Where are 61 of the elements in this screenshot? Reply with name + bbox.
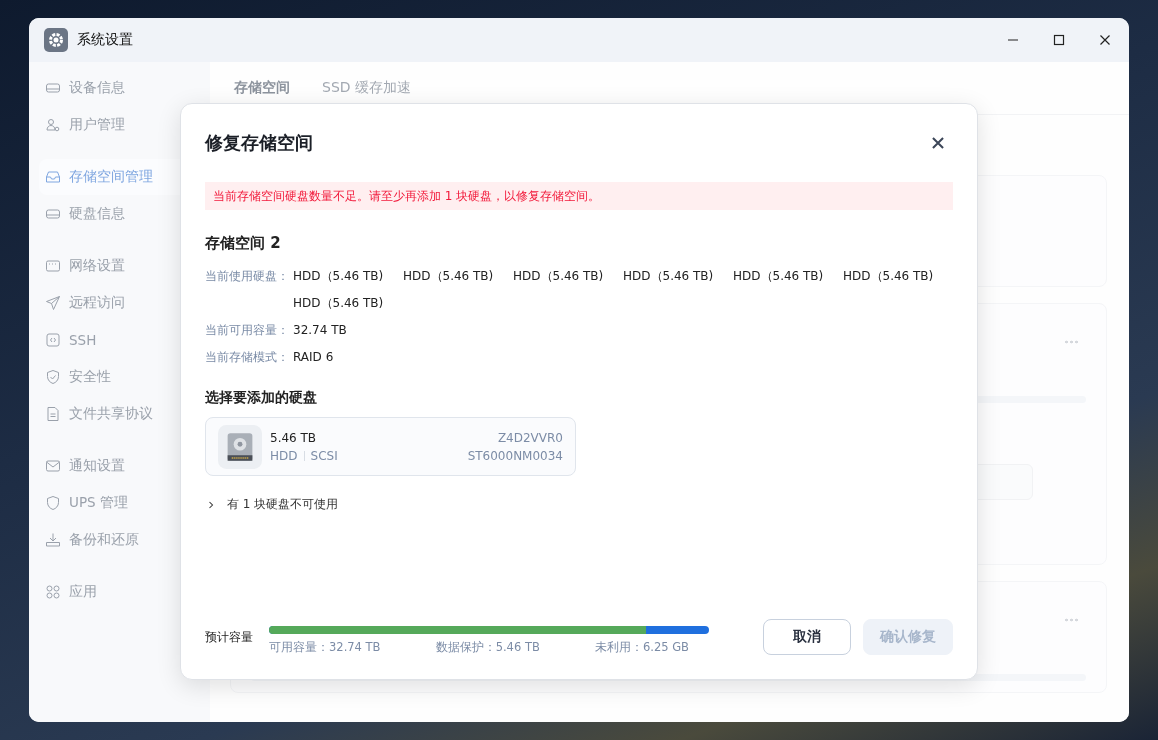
- disk-type: HDD: [270, 448, 298, 463]
- window-title: 系统设置: [77, 31, 133, 49]
- monitor-icon: [45, 258, 61, 274]
- info-value: 32.74 TB: [293, 322, 348, 339]
- info-value: HDD（5.46 TB): [733, 268, 825, 285]
- download-icon: [45, 532, 61, 548]
- info-value: HDD（5.46 TB): [513, 268, 605, 285]
- cancel-button[interactable]: 取消: [763, 619, 851, 655]
- shield-icon: [45, 495, 61, 511]
- drive-icon: [45, 206, 61, 222]
- close-icon[interactable]: [929, 134, 947, 152]
- info-label: 当前可用容量：: [205, 322, 290, 339]
- sidebar-item[interactable]: 用户管理: [39, 107, 199, 143]
- send-icon: [45, 295, 61, 311]
- info-value: HDD（5.46 TB): [843, 268, 935, 285]
- sidebar-item[interactable]: 网络设置: [39, 248, 199, 284]
- sidebar-item[interactable]: 安全性: [39, 359, 199, 395]
- disk-model: ST6000NM0034: [467, 448, 563, 463]
- sidebar-item[interactable]: 备份和还原: [39, 522, 199, 558]
- legend-text: 数据保护：5.46 TB: [435, 639, 540, 655]
- code-icon: [45, 332, 61, 348]
- shield-check-icon: [45, 369, 61, 385]
- info-value: HDD（5.46 TB): [293, 295, 385, 312]
- mail-icon: [45, 458, 61, 474]
- disk-card[interactable]: 5.46 TB HDD SCSI Z4D2VVR0 ST6000NM0034: [205, 417, 576, 476]
- sidebar-item[interactable]: 硬盘信息: [39, 196, 199, 232]
- legend-text: 可用容量：32.74 TB: [269, 639, 381, 655]
- info-label: 当前存储模式：: [205, 349, 290, 366]
- maximize-icon[interactable]: [1053, 34, 1065, 46]
- gear-icon: [44, 28, 68, 52]
- info-value: HDD（5.46 TB): [293, 268, 385, 285]
- info-label: 当前使用硬盘：: [205, 268, 290, 285]
- info-value: HDD（5.46 TB): [403, 268, 495, 285]
- estimate-label: 预计容量: [205, 628, 254, 646]
- sidebar-item[interactable]: SSH: [39, 322, 199, 358]
- user-icon: [45, 117, 61, 133]
- section-title: 选择要添加的硬盘: [205, 389, 318, 407]
- sidebar-item[interactable]: 远程访问: [39, 285, 199, 321]
- close-icon[interactable]: [1099, 34, 1111, 46]
- disk-serial: Z4D2VVR0: [497, 430, 563, 445]
- document-icon: [45, 406, 61, 422]
- apps-icon: [45, 584, 61, 600]
- hard-drive-icon: [218, 424, 262, 469]
- sidebar-item[interactable]: 应用: [39, 574, 199, 610]
- dialog-title: 修复存储空间: [205, 131, 313, 155]
- tab[interactable]: 存储空间: [234, 79, 290, 97]
- sidebar-item[interactable]: 设备信息: [39, 70, 199, 106]
- section-title: 存储空间 2: [205, 234, 282, 253]
- sidebar-item[interactable]: 通知设置: [39, 448, 199, 484]
- tab[interactable]: SSD 缓存加速: [322, 79, 411, 97]
- disk-size: 5.46 TB: [270, 430, 318, 445]
- info-value: RAID 6: [293, 349, 335, 366]
- sidebar-item[interactable]: UPS 管理: [39, 485, 199, 521]
- legend-text: 未利用：6.25 GB: [594, 639, 689, 655]
- alert-message: 当前存储空间硬盘数量不足。请至少再添加 1 块硬盘，以修复存储空间。: [205, 182, 953, 210]
- disk-interface: SCSI: [310, 448, 338, 463]
- info-value: HDD（5.46 TB): [623, 268, 715, 285]
- sidebar-item[interactable]: 文件共享协议: [39, 396, 199, 432]
- drive-icon: [45, 80, 61, 96]
- expander-row[interactable]: 有 1 块硬盘不可使用: [205, 496, 339, 513]
- tray-icon: [45, 169, 61, 185]
